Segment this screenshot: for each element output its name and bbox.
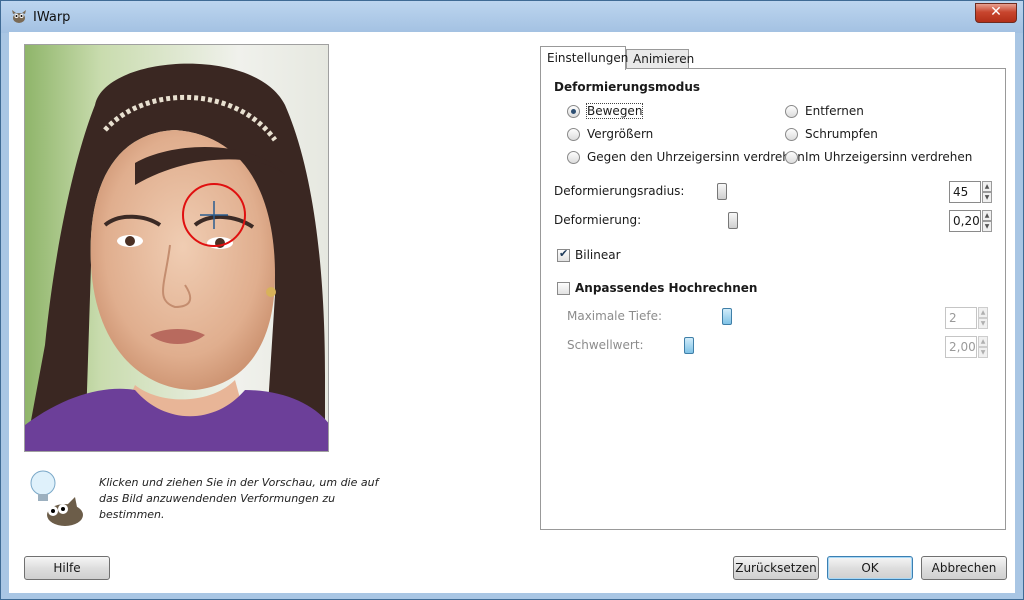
spin-up-icon[interactable]: ▲ xyxy=(982,181,992,192)
threshold-slider-track[interactable] xyxy=(658,346,934,347)
amount-slider-thumb[interactable] xyxy=(727,212,738,229)
close-icon: ✕ xyxy=(990,4,1002,20)
bilinear-checkbox[interactable] xyxy=(557,247,570,262)
max-depth-spinbox[interactable]: 2 ▲ ▼ xyxy=(945,307,989,329)
portrait-photo xyxy=(25,45,328,451)
radius-input[interactable]: 45 xyxy=(949,181,981,203)
dialog-content: Klicken und ziehen Sie in der Vorschau, … xyxy=(9,32,1015,593)
max-depth-input[interactable]: 2 xyxy=(945,307,977,329)
radio-button[interactable] xyxy=(785,105,798,118)
amount-slider-track[interactable] xyxy=(681,221,940,222)
spin-up-icon[interactable]: ▲ xyxy=(978,336,988,347)
help-button[interactable]: Hilfe xyxy=(24,556,110,580)
spin-down-icon[interactable]: ▼ xyxy=(978,318,988,329)
tab-animieren[interactable]: Animieren xyxy=(626,49,694,69)
window-title: IWarp xyxy=(33,10,71,25)
threshold-spinbox[interactable]: 2,00 ▲ ▼ xyxy=(945,336,989,358)
radio-button[interactable] xyxy=(785,151,798,164)
max-depth-label: Maximale Tiefe: xyxy=(567,309,663,323)
radio-label: Gegen den Uhrzeigersinn verdrehen xyxy=(587,150,805,164)
radio-button[interactable] xyxy=(567,128,580,141)
radius-slider-thumb[interactable] xyxy=(717,183,728,200)
spin-up-icon[interactable]: ▲ xyxy=(982,210,992,221)
radio-label: Vergrößern xyxy=(587,127,654,141)
spin-down-icon[interactable]: ▼ xyxy=(982,192,992,203)
mode-section-title: Deformierungsmodus xyxy=(554,80,700,94)
lightbulb-wilber-icon xyxy=(30,470,83,526)
ok-button[interactable]: OK xyxy=(827,556,913,580)
radius-spinbox[interactable]: 45 ▲ ▼ xyxy=(949,181,993,203)
title-bar[interactable]: IWarp ✕ xyxy=(1,1,1023,33)
reset-button[interactable]: Zurücksetzen xyxy=(733,556,819,580)
threshold-label: Schwellwert: xyxy=(567,338,644,352)
radio-button[interactable] xyxy=(785,128,798,141)
spin-down-icon[interactable]: ▼ xyxy=(982,221,992,232)
supersample-checkbox[interactable] xyxy=(557,282,570,295)
close-button[interactable]: ✕ xyxy=(975,3,1017,23)
preview-area[interactable] xyxy=(24,44,329,452)
iwarp-dialog: IWarp ✕ Klicken und ziehen Sie in der Vo… xyxy=(0,0,1024,600)
radio-label: Im Uhrzeigersinn verdrehen xyxy=(805,150,973,164)
max-depth-slider-thumb[interactable] xyxy=(722,308,732,325)
supersample-label: Anpassendes Hochrechnen xyxy=(575,281,758,295)
amount-input[interactable]: 0,20 xyxy=(949,210,981,232)
radio-label: Entfernen xyxy=(805,104,864,118)
threshold-slider-thumb[interactable] xyxy=(683,337,694,354)
spin-down-icon[interactable]: ▼ xyxy=(978,347,988,358)
radio-button[interactable] xyxy=(567,151,580,164)
bilinear-label: Bilinear xyxy=(575,248,621,262)
radio-button[interactable] xyxy=(567,105,580,118)
tab-einstellungen[interactable]: Einstellungen xyxy=(540,46,628,70)
amount-spinbox[interactable]: 0,20 ▲ ▼ xyxy=(949,210,993,232)
radius-label: Deformierungsradius: xyxy=(554,184,685,198)
max-depth-slider-track[interactable] xyxy=(658,317,934,318)
gimp-app-icon xyxy=(12,10,26,23)
hint-text: Klicken und ziehen Sie in der Vorschau, … xyxy=(99,476,379,521)
threshold-input[interactable]: 2,00 xyxy=(945,336,977,358)
spin-up-icon[interactable]: ▲ xyxy=(978,307,988,318)
amount-label: Deformierung: xyxy=(554,213,642,227)
radio-label: Schrumpfen xyxy=(805,127,878,141)
settings-panel: Deformierungsmodus Bewegen Vergrößern Ge… xyxy=(540,68,1006,530)
cancel-button[interactable]: Abbrechen xyxy=(921,556,1007,580)
radio-label: Bewegen xyxy=(585,103,644,119)
